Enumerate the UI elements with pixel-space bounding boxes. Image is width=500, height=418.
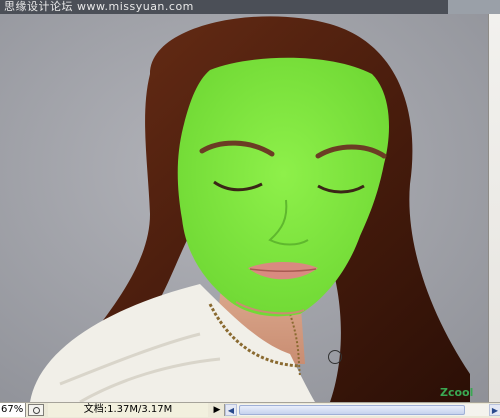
- scroll-thumb[interactable]: [239, 405, 465, 415]
- brush-cursor-icon: [328, 350, 342, 364]
- window-edge: [448, 0, 500, 14]
- horizontal-scrollbar[interactable]: ◀ ▶: [224, 404, 500, 416]
- status-bar: 67% 文档:1.37M/3.17M ▶ ◀ ▶: [0, 402, 500, 418]
- document-info: 文档:1.37M/3.17M: [48, 403, 208, 417]
- status-menu-arrow[interactable]: ▶: [210, 403, 224, 417]
- scroll-right-button[interactable]: ▶: [489, 404, 500, 416]
- image-canvas[interactable]: Zcool: [0, 14, 488, 402]
- zoom-field[interactable]: 67%: [0, 403, 26, 417]
- watermark-text: 思缘设计论坛 www.missyuan.com: [4, 0, 194, 13]
- scroll-left-button[interactable]: ◀: [225, 404, 237, 416]
- watermark-bottom: Zcool: [440, 386, 474, 399]
- vertical-scrollbar[interactable]: [488, 14, 500, 402]
- photo-illustration: [0, 14, 488, 402]
- navigator-icon[interactable]: [28, 404, 44, 416]
- top-strip: 思缘设计论坛 www.missyuan.com: [0, 0, 500, 14]
